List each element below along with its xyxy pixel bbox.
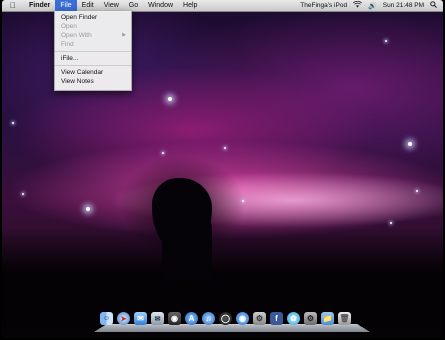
- star: [224, 147, 226, 149]
- menu-separator: [55, 65, 131, 66]
- menu-finder[interactable]: Finder: [24, 0, 55, 11]
- menu-item-view-calendar[interactable]: View Calendar: [55, 68, 131, 77]
- settings-icon[interactable]: ⚙: [253, 312, 266, 325]
- star: [162, 152, 164, 154]
- menu-view[interactable]: View: [99, 0, 124, 11]
- menu-help[interactable]: Help: [178, 0, 202, 11]
- star: [385, 40, 387, 42]
- messages-icon[interactable]: ✉: [134, 312, 147, 325]
- star: [390, 222, 392, 224]
- dock-shelf: [94, 323, 370, 332]
- star: [86, 207, 90, 211]
- dock: ☺ ➤ ✉ ✉ ◉ A ♫ ◯ ◉ ⚙ f ✿ ⚙ 📁 🗑: [94, 312, 370, 332]
- trash-icon[interactable]: 🗑: [338, 312, 351, 325]
- star: [416, 190, 418, 192]
- reddit-icon[interactable]: ◉: [236, 312, 249, 325]
- facebook-icon[interactable]: f: [270, 312, 283, 325]
- folder-icon[interactable]: 📁: [321, 312, 334, 325]
- star: [168, 97, 172, 101]
- device-name[interactable]: TheFinga's iPod: [300, 2, 347, 9]
- desktop:  Finder File Edit View Go Window Help T…: [2, 0, 443, 338]
- menu-item-ifile[interactable]: iFile...: [55, 54, 131, 63]
- volume-icon[interactable]: 🔊: [368, 2, 377, 10]
- menu-item-open-finder[interactable]: Open Finder: [55, 13, 131, 22]
- itunes-icon[interactable]: ♫: [202, 312, 215, 325]
- menu-go[interactable]: Go: [124, 0, 143, 11]
- horsehead-nebula: [152, 178, 212, 248]
- star: [12, 122, 14, 124]
- menu-item-open-with[interactable]: Open With ▶: [55, 31, 131, 40]
- star: [242, 200, 244, 202]
- clock[interactable]: Sun 21:48 PM: [383, 2, 424, 9]
- menu-item-view-notes[interactable]: View Notes: [55, 77, 131, 86]
- dock-icons: ☺ ➤ ✉ ✉ ◉ A ♫ ◯ ◉ ⚙ f ✿ ⚙ 📁 🗑: [100, 312, 351, 325]
- menu-item-find[interactable]: Find: [55, 40, 131, 49]
- menu-item-open[interactable]: Open: [55, 22, 131, 31]
- menu-item-open-with-label: Open With: [61, 32, 92, 39]
- finder-icon[interactable]: ☺: [100, 312, 113, 325]
- safari-icon[interactable]: ➤: [117, 312, 130, 325]
- star: [408, 142, 412, 146]
- apple-icon[interactable]: : [2, 0, 24, 11]
- dashboard-icon[interactable]: ◯: [219, 312, 232, 325]
- mail-icon[interactable]: ✉: [151, 312, 164, 325]
- twitter-icon[interactable]: ✿: [287, 312, 300, 325]
- submenu-arrow-icon: ▶: [122, 32, 126, 38]
- app-store-icon[interactable]: A: [185, 312, 198, 325]
- menu-file[interactable]: File: [55, 0, 77, 11]
- wifi-icon[interactable]: [353, 0, 363, 10]
- spotlight-icon[interactable]: [430, 1, 437, 10]
- system-preferences-icon[interactable]: ⚙: [304, 312, 317, 325]
- camera-icon[interactable]: ◉: [168, 312, 181, 325]
- menu-edit[interactable]: Edit: [77, 0, 99, 11]
- star: [22, 193, 24, 195]
- menu-separator: [55, 51, 131, 52]
- file-menu-dropdown: Open Finder Open Open With ▶ Find iFile.…: [54, 11, 132, 91]
- menu-extras: TheFinga's iPod 🔊 Sun 21:48 PM: [300, 0, 443, 10]
- menu-window[interactable]: Window: [143, 0, 178, 11]
